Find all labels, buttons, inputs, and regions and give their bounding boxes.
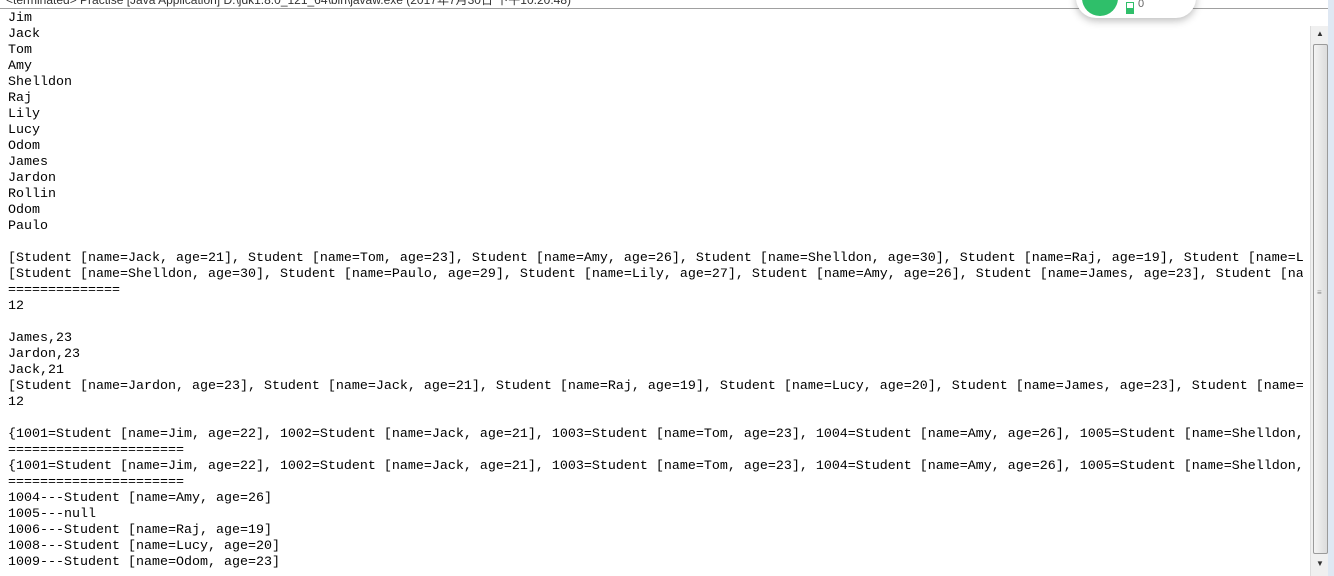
console-line: James xyxy=(8,155,48,170)
console-line: Paulo xyxy=(8,219,48,234)
console-line: ============== xyxy=(8,283,120,298)
console-line: Jardon xyxy=(8,171,56,186)
console-line: 12 xyxy=(8,299,24,314)
console-line: Odom xyxy=(8,139,40,154)
console-line: Lucy xyxy=(8,123,40,138)
battery-icon xyxy=(1126,2,1134,14)
vertical-scrollbar[interactable]: ▲ ≡ ▼ xyxy=(1310,26,1329,576)
console-line: 1005---null xyxy=(8,507,96,522)
widget-count: 0 xyxy=(1138,0,1145,10)
status-circle-icon xyxy=(1082,0,1118,16)
console-line: {1001=Student [name=Jim, age=22], 1002=S… xyxy=(8,459,1303,474)
scroll-up-icon[interactable]: ▲ xyxy=(1311,26,1329,42)
console-line: 12 xyxy=(8,395,24,410)
console-line: Lily xyxy=(8,107,40,122)
console-line: Shelldon xyxy=(8,75,72,90)
console-line: James,23 xyxy=(8,331,72,346)
console-line: Jack xyxy=(8,27,40,42)
scrollbar-thumb[interactable]: ≡ xyxy=(1313,44,1328,554)
console-line: [Student [name=Shelldon, age=30], Studen… xyxy=(8,267,1303,282)
console-line: 1009---Student [name=Odom, age=23] xyxy=(8,555,280,570)
console-line: Rollin xyxy=(8,187,56,202)
console-line: 1004---Student [name=Amy, age=26] xyxy=(8,491,272,506)
console-line: Jack,21 xyxy=(8,363,64,378)
console-output[interactable]: Jim Jack Tom Amy Shelldon Raj Lily Lucy Odom Jame… xyxy=(8,11,1303,576)
console-line: [Student [name=Jardon, age=23], Student … xyxy=(8,379,1303,394)
console-line: {1001=Student [name=Jim, age=22], 1002=S… xyxy=(8,427,1303,442)
floating-widget[interactable]: 0 xyxy=(1076,0,1196,18)
console-line: Raj xyxy=(8,91,32,106)
console-line: Amy xyxy=(8,59,32,74)
scroll-down-icon[interactable]: ▼ xyxy=(1311,556,1329,572)
console-line: 1006---Student [name=Raj, age=19] xyxy=(8,523,272,538)
console-line: Odom xyxy=(8,203,40,218)
console-line: ====================== xyxy=(8,443,184,458)
console-line: ====================== xyxy=(8,475,184,490)
console-line: Tom xyxy=(8,43,32,58)
console-line: [Student [name=Jack, age=21], Student [n… xyxy=(8,251,1303,266)
console-line: 1008---Student [name=Lucy, age=20] xyxy=(8,539,280,554)
console-line: Jardon,23 xyxy=(8,347,80,362)
grip-icon: ≡ xyxy=(1317,288,1322,297)
window-edge xyxy=(1328,0,1334,576)
